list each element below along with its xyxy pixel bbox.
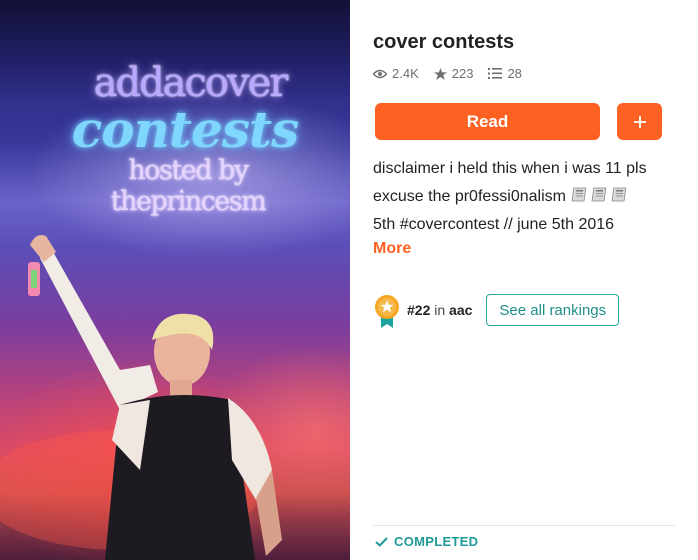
- check-icon: [375, 536, 388, 547]
- story-stats: 2.4K 223 28: [373, 66, 537, 81]
- list-icon: [488, 68, 503, 79]
- rank-number: #22: [407, 302, 431, 318]
- eye-icon: [373, 69, 387, 78]
- star-icon: [433, 67, 447, 80]
- description-line-1: disclaimer i held this when i was 11 pls: [373, 160, 647, 177]
- description-line-2-text: excuse the pr0fessi0nalism: [373, 188, 566, 205]
- story-details-panel: cover contests 2.4K 223 28 Read disclaim…: [373, 0, 683, 560]
- cover-title-line-2: contests: [71, 100, 299, 159]
- plus-icon: [633, 115, 646, 128]
- description-line-3: 5th #covercontest // june 5th 2016: [373, 216, 615, 233]
- parts-stat: 28: [488, 66, 522, 81]
- votes-stat: 223: [433, 66, 474, 81]
- story-title: cover contests: [373, 31, 515, 53]
- rank-text: #22 in aac: [407, 302, 472, 318]
- rank-tag[interactable]: aac: [449, 302, 472, 318]
- ranking-row: #22 in aac See all rankings: [373, 294, 620, 328]
- ranking-badge-icon: [375, 295, 399, 328]
- completed-label: COMPLETED: [394, 534, 479, 549]
- votes-count: 223: [451, 66, 474, 81]
- views-stat: 2.4K: [373, 66, 419, 81]
- views-count: 2.4K: [392, 66, 419, 81]
- divider: [373, 525, 675, 526]
- read-button[interactable]: Read: [375, 103, 600, 140]
- newspaper-emoji-icon: [572, 187, 627, 202]
- completed-status: COMPLETED: [375, 534, 478, 549]
- parts-count: 28: [507, 66, 522, 81]
- story-description: disclaimer i held this when i was 11 pls…: [373, 155, 678, 239]
- cover-title-line-3: hosted by theprincesm: [110, 155, 267, 217]
- story-cover-image[interactable]: addacover contests hosted by theprincesm: [0, 0, 350, 560]
- more-link[interactable]: More: [373, 240, 411, 258]
- add-to-library-button[interactable]: [617, 103, 662, 140]
- description-line-2: excuse the pr0fessi0nalism: [373, 183, 678, 211]
- rank-in-word: in: [434, 302, 446, 318]
- see-all-rankings-button[interactable]: See all rankings: [486, 294, 620, 326]
